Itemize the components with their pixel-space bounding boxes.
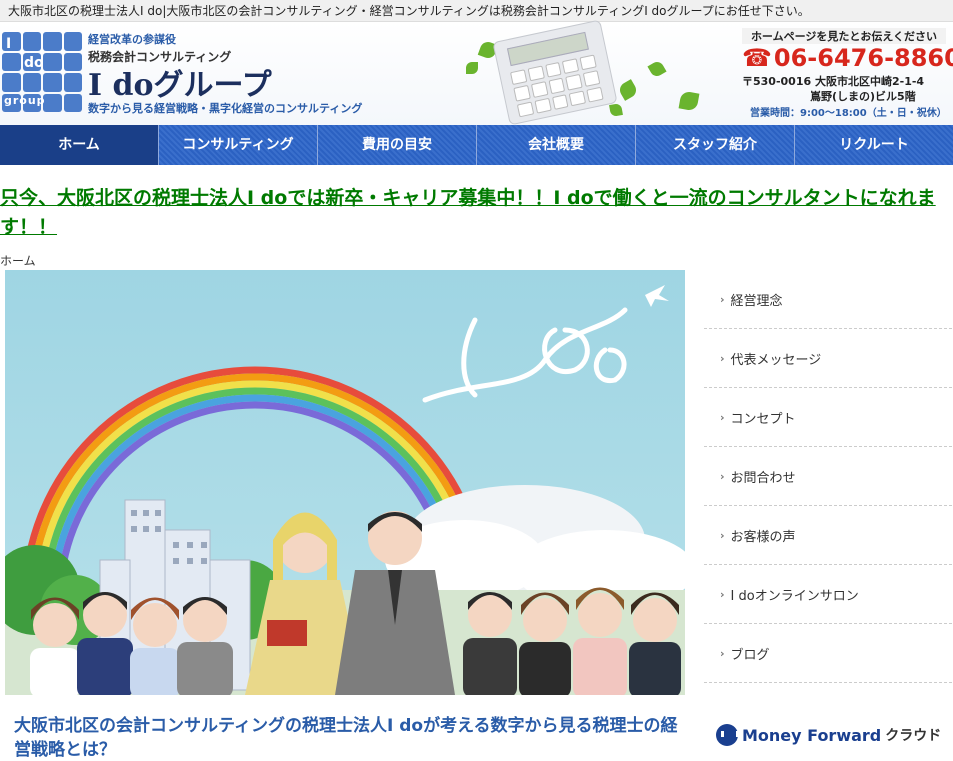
- sidebar-item-label: 経営理念: [730, 293, 783, 309]
- moneyforward-brand: Money Forward: [742, 725, 882, 745]
- logo-letter-do: do: [24, 55, 44, 71]
- nav-item-recruit[interactable]: リクルート: [795, 125, 953, 165]
- clover-leaf-icon: [647, 59, 667, 79]
- sidebar-item-philosophy[interactable]: › 経営理念: [704, 270, 952, 329]
- sidebar-item-label: お問合わせ: [730, 470, 796, 486]
- sidebar-item-testimonials[interactable]: › お客様の声: [704, 506, 952, 565]
- sidebar-item-label: I doオンラインサロン: [730, 588, 859, 604]
- address-line-2: 嶌野(しまの)ビル5階: [810, 90, 916, 103]
- chevron-right-icon: ›: [720, 469, 725, 483]
- nav-item-staff[interactable]: スタッフ紹介: [636, 125, 795, 165]
- clover-leaf-icon: [678, 90, 700, 112]
- site-header: I do group 経営改革の参謀役 税務会計コンサルティング I doグルー…: [0, 19, 953, 126]
- main-nav: ホーム コンサルティング 費用の目安 会社概要 スタッフ紹介 リクルート: [0, 125, 953, 165]
- business-hours: 営業時間：9:00～18:00（土・日・祝休）: [750, 108, 947, 119]
- logo-word-group: group: [4, 94, 46, 107]
- sidebar-item-contact[interactable]: › お問合わせ: [704, 447, 952, 506]
- site-description-bar: 大阪市北区の税理士法人I do|大阪市北区の会計コンサルティング・経営コンサルテ…: [0, 0, 953, 22]
- hero-illustration: [5, 270, 685, 695]
- phone-number-text: 06-6476-8860: [773, 44, 953, 72]
- sidebar-item-label: 代表メッセージ: [730, 352, 822, 368]
- section-heading: 大阪市北区の会計コンサルティングの税理士法人I doが考える数字から見る税理士の…: [14, 716, 678, 760]
- nav-item-consulting[interactable]: コンサルティング: [159, 125, 318, 165]
- sidebar-menu: › 経営理念 › 代表メッセージ › コンセプト › お問合わせ › お客様の声 › I d…: [704, 270, 952, 683]
- sidebar-item-label: お客様の声: [730, 529, 796, 545]
- contact-notice: ホームページを見たとお伝えください: [742, 28, 946, 44]
- chevron-right-icon: ›: [720, 646, 725, 660]
- phone-number[interactable]: ☎06-6476-8860: [742, 44, 953, 72]
- chevron-right-icon: ›: [720, 410, 725, 424]
- sidebar-item-blog[interactable]: › ブログ: [704, 624, 952, 683]
- calculator-icon: [492, 19, 618, 126]
- clover-leaf-icon: [466, 62, 478, 74]
- nav-item-fees[interactable]: 費用の目安: [318, 125, 477, 165]
- phone-icon: ☎: [742, 44, 772, 72]
- nav-item-company[interactable]: 会社概要: [477, 125, 636, 165]
- clover-leaf-icon: [609, 103, 623, 117]
- tagline-bottom: 数字から見る経営戦略・黒字化経営のコンサルティング: [88, 102, 363, 115]
- tagline-top: 経営改革の参謀役: [88, 33, 176, 46]
- sidebar-item-label: ブログ: [730, 647, 770, 663]
- moneyforward-suffix: クラウド: [885, 728, 942, 744]
- brand-name[interactable]: I doグループ: [88, 60, 272, 104]
- moneyforward-banner[interactable]: Money Forward クラウド: [716, 724, 941, 746]
- recruit-headline-link[interactable]: 只今、大阪北区の税理士法人I doでは新卒・キャリア募集中！！I doで働くと一…: [0, 184, 945, 242]
- address-line-1: 〒530-0016 大阪市北区中崎2-1-4: [742, 75, 925, 88]
- sidebar-item-online-salon[interactable]: › I doオンラインサロン: [704, 565, 952, 624]
- chevron-right-icon: ›: [720, 587, 725, 601]
- sidebar-item-concept[interactable]: › コンセプト: [704, 388, 952, 447]
- clover-leaf-icon: [617, 79, 639, 101]
- chevron-right-icon: ›: [720, 528, 725, 542]
- moneyforward-logo-icon: [716, 724, 739, 746]
- sidebar-item-label: コンセプト: [730, 411, 796, 427]
- breadcrumb[interactable]: ホーム: [0, 252, 36, 269]
- chevron-right-icon: ›: [720, 351, 725, 365]
- nav-item-home[interactable]: ホーム: [0, 125, 159, 165]
- chevron-right-icon: ›: [720, 292, 725, 306]
- logo-letter-i: I: [6, 36, 12, 52]
- sidebar-item-message[interactable]: › 代表メッセージ: [704, 329, 952, 388]
